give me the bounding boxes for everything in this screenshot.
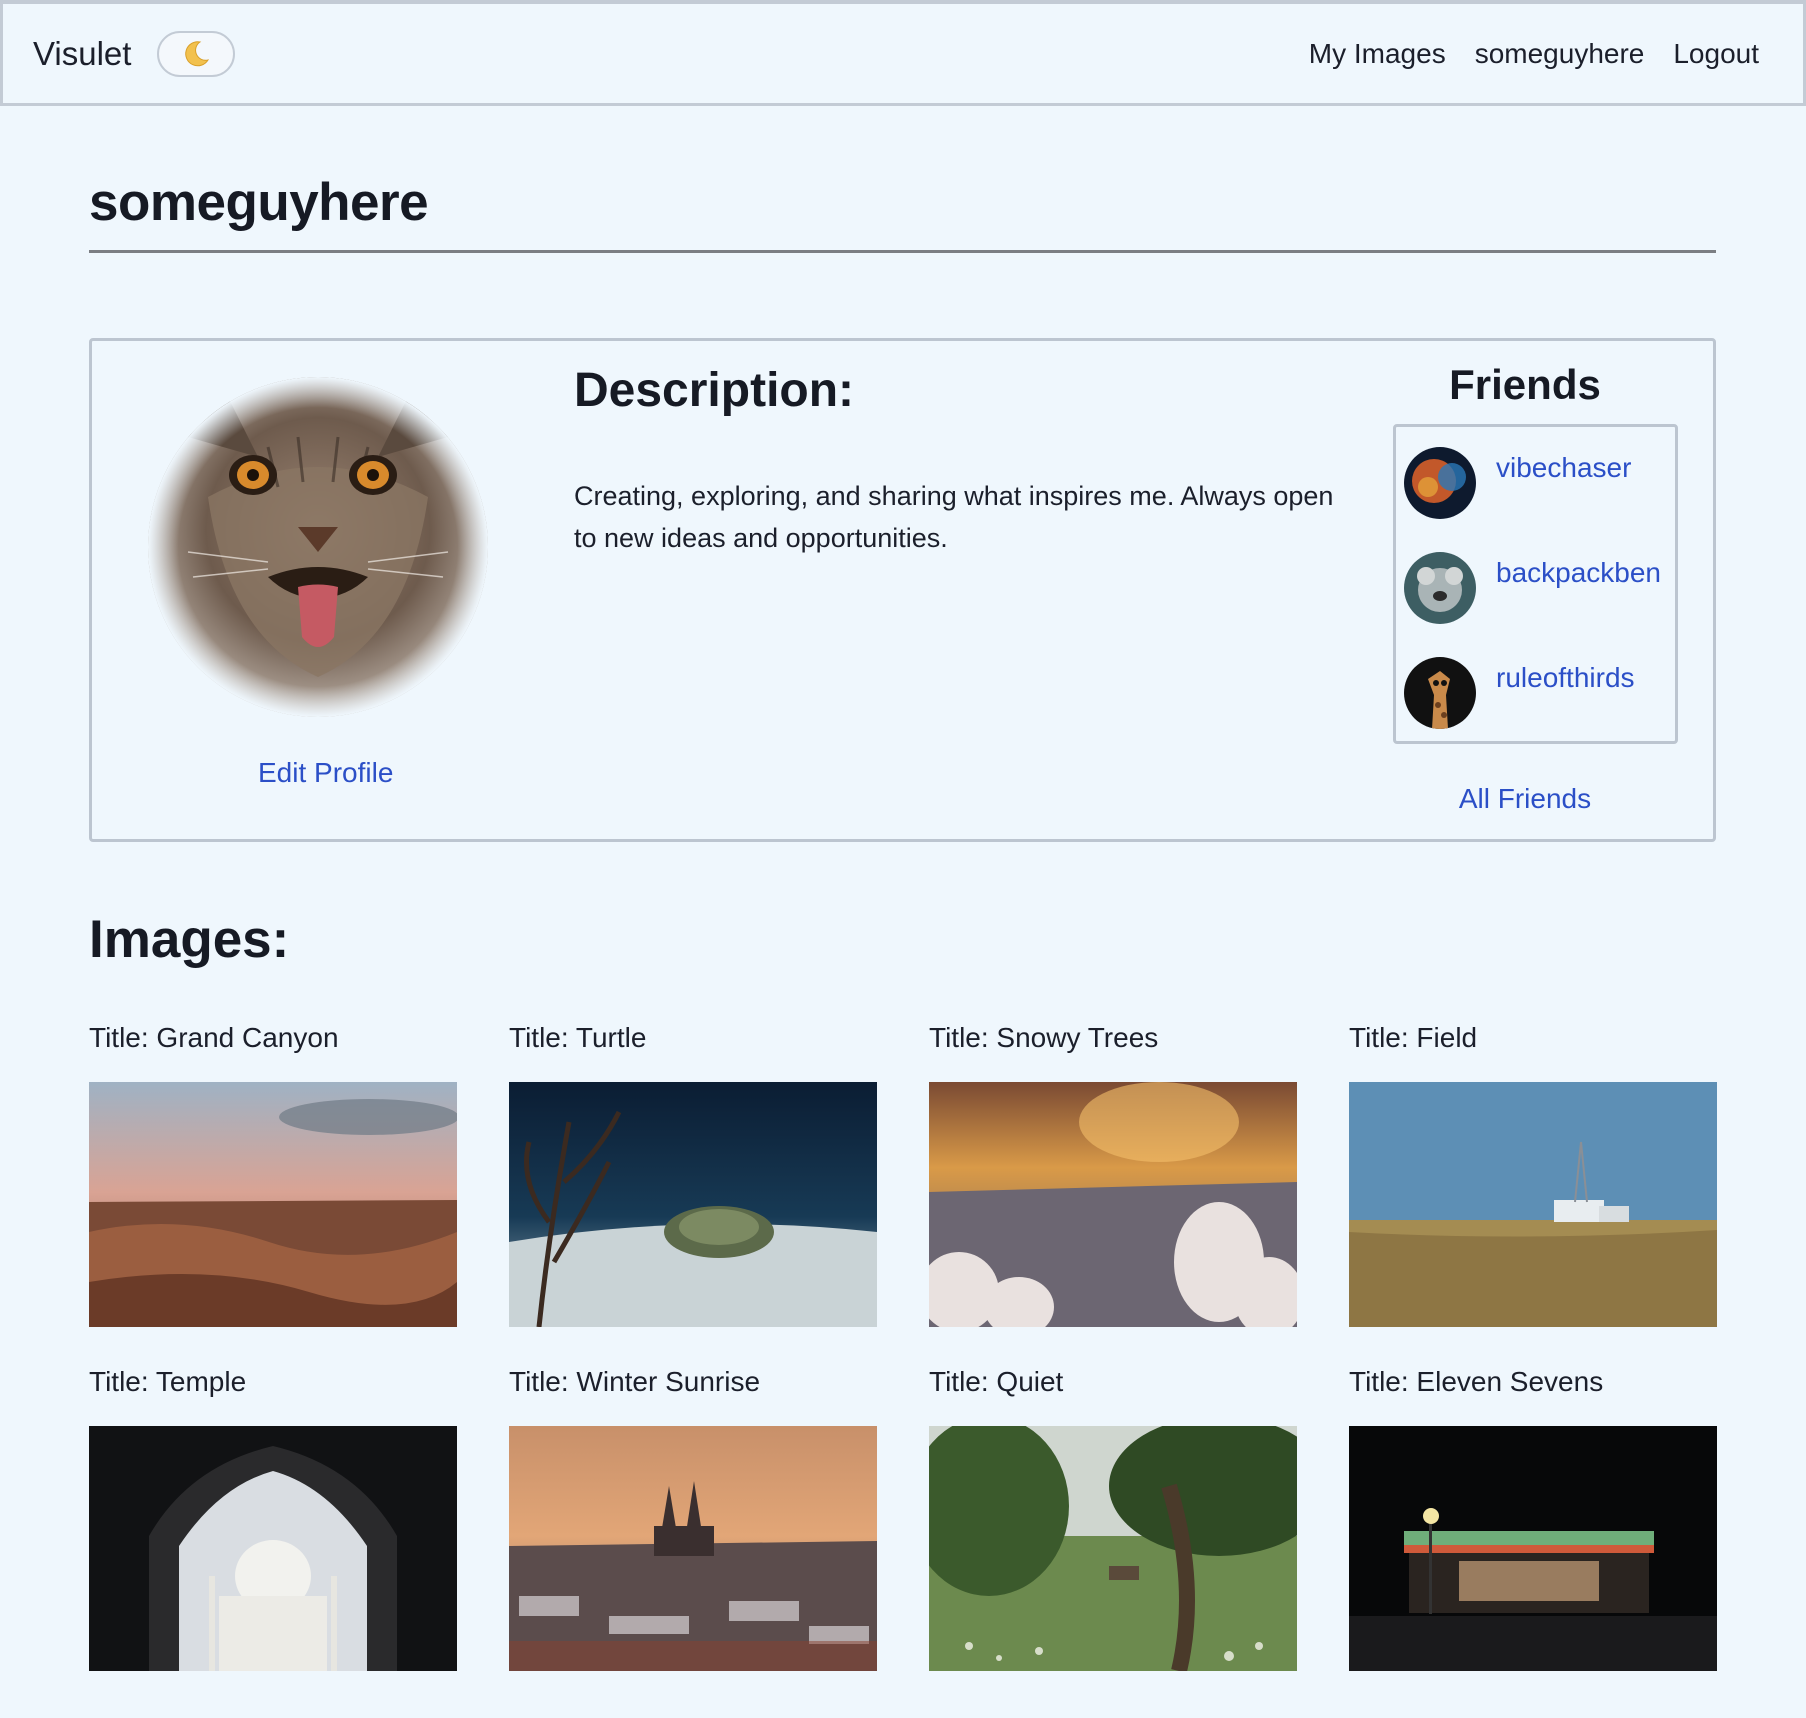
image-card: Title: Snowy Trees	[929, 1022, 1297, 1366]
image-title: Title: Winter Sunrise	[509, 1366, 761, 1397]
nav-username-link[interactable]: someguyhere	[1475, 38, 1645, 70]
friend-name: backpackben	[1496, 557, 1662, 588]
friends-list: vibechaser backpackben ruleofthirds	[1393, 424, 1678, 744]
image-thumbnail[interactable]	[89, 1426, 457, 1671]
friend-name: vibechaser	[1496, 452, 1632, 483]
nav-logout-link[interactable]: Logout	[1673, 38, 1759, 70]
image-card: Title: Eleven Sevens	[1349, 1366, 1717, 1710]
profile-card: Edit Profile Description: Creating, expl…	[89, 338, 1716, 842]
friend-name: ruleofthirds	[1496, 662, 1635, 693]
image-card: Title: Field	[1349, 1022, 1717, 1366]
edit-profile-link[interactable]: Edit Profile	[258, 757, 393, 789]
image-thumbnail[interactable]	[1349, 1426, 1717, 1671]
friend-avatar	[1404, 657, 1476, 729]
image-thumbnail[interactable]	[1349, 1082, 1717, 1327]
profile-avatar	[148, 377, 488, 717]
page-title: someguyhere	[89, 173, 429, 232]
title-divider	[89, 250, 1716, 253]
image-card: Title: Temple	[89, 1366, 457, 1710]
friend-item-ruleofthirds[interactable]: ruleofthirds	[1404, 657, 1675, 762]
image-title: Title: Field	[1349, 1022, 1478, 1053]
image-card: Title: Turtle	[509, 1022, 877, 1366]
all-friends-link[interactable]: All Friends	[1385, 783, 1665, 815]
friend-item-backpackben[interactable]: backpackben	[1404, 552, 1675, 657]
brand-link[interactable]: Visulet	[33, 35, 131, 73]
image-thumbnail[interactable]	[89, 1082, 457, 1327]
image-thumbnail[interactable]	[929, 1082, 1297, 1327]
image-title: Title: Turtle	[509, 1022, 647, 1053]
image-card: Title: Quiet	[929, 1366, 1297, 1710]
image-card: Title: Grand Canyon	[89, 1022, 457, 1366]
image-grid: Title: Grand Canyon Title: Turtle Title:…	[89, 1022, 1717, 1710]
description-heading: Description:	[574, 364, 855, 417]
friend-avatar	[1404, 552, 1476, 624]
image-title: Title: Quiet	[929, 1366, 1064, 1397]
image-card: Title: Winter Sunrise	[509, 1366, 877, 1710]
image-title: Title: Snowy Trees	[929, 1022, 1159, 1053]
image-thumbnail[interactable]	[929, 1426, 1297, 1671]
image-title: Title: Eleven Sevens	[1349, 1366, 1604, 1397]
navbar: Visulet My Images someguyhere Logout	[0, 0, 1806, 106]
description-text: Creating, exploring, and sharing what in…	[574, 481, 1334, 553]
moon-icon	[185, 40, 210, 66]
image-thumbnail[interactable]	[509, 1426, 877, 1671]
image-title: Title: Temple	[89, 1366, 247, 1397]
images-heading: Images:	[89, 910, 290, 969]
friend-item-vibechaser[interactable]: vibechaser	[1404, 447, 1675, 552]
friend-avatar	[1404, 447, 1476, 519]
image-title: Title: Grand Canyon	[89, 1022, 339, 1053]
nav-my-images-link[interactable]: My Images	[1309, 38, 1446, 70]
friends-heading: Friends	[1449, 361, 1601, 408]
image-thumbnail[interactable]	[509, 1082, 877, 1327]
nav-links: My Images someguyhere Logout	[1309, 38, 1759, 70]
main-content: someguyhere Edit Profile Description: Cr…	[89, 106, 1717, 1710]
theme-toggle-button[interactable]	[157, 30, 236, 77]
